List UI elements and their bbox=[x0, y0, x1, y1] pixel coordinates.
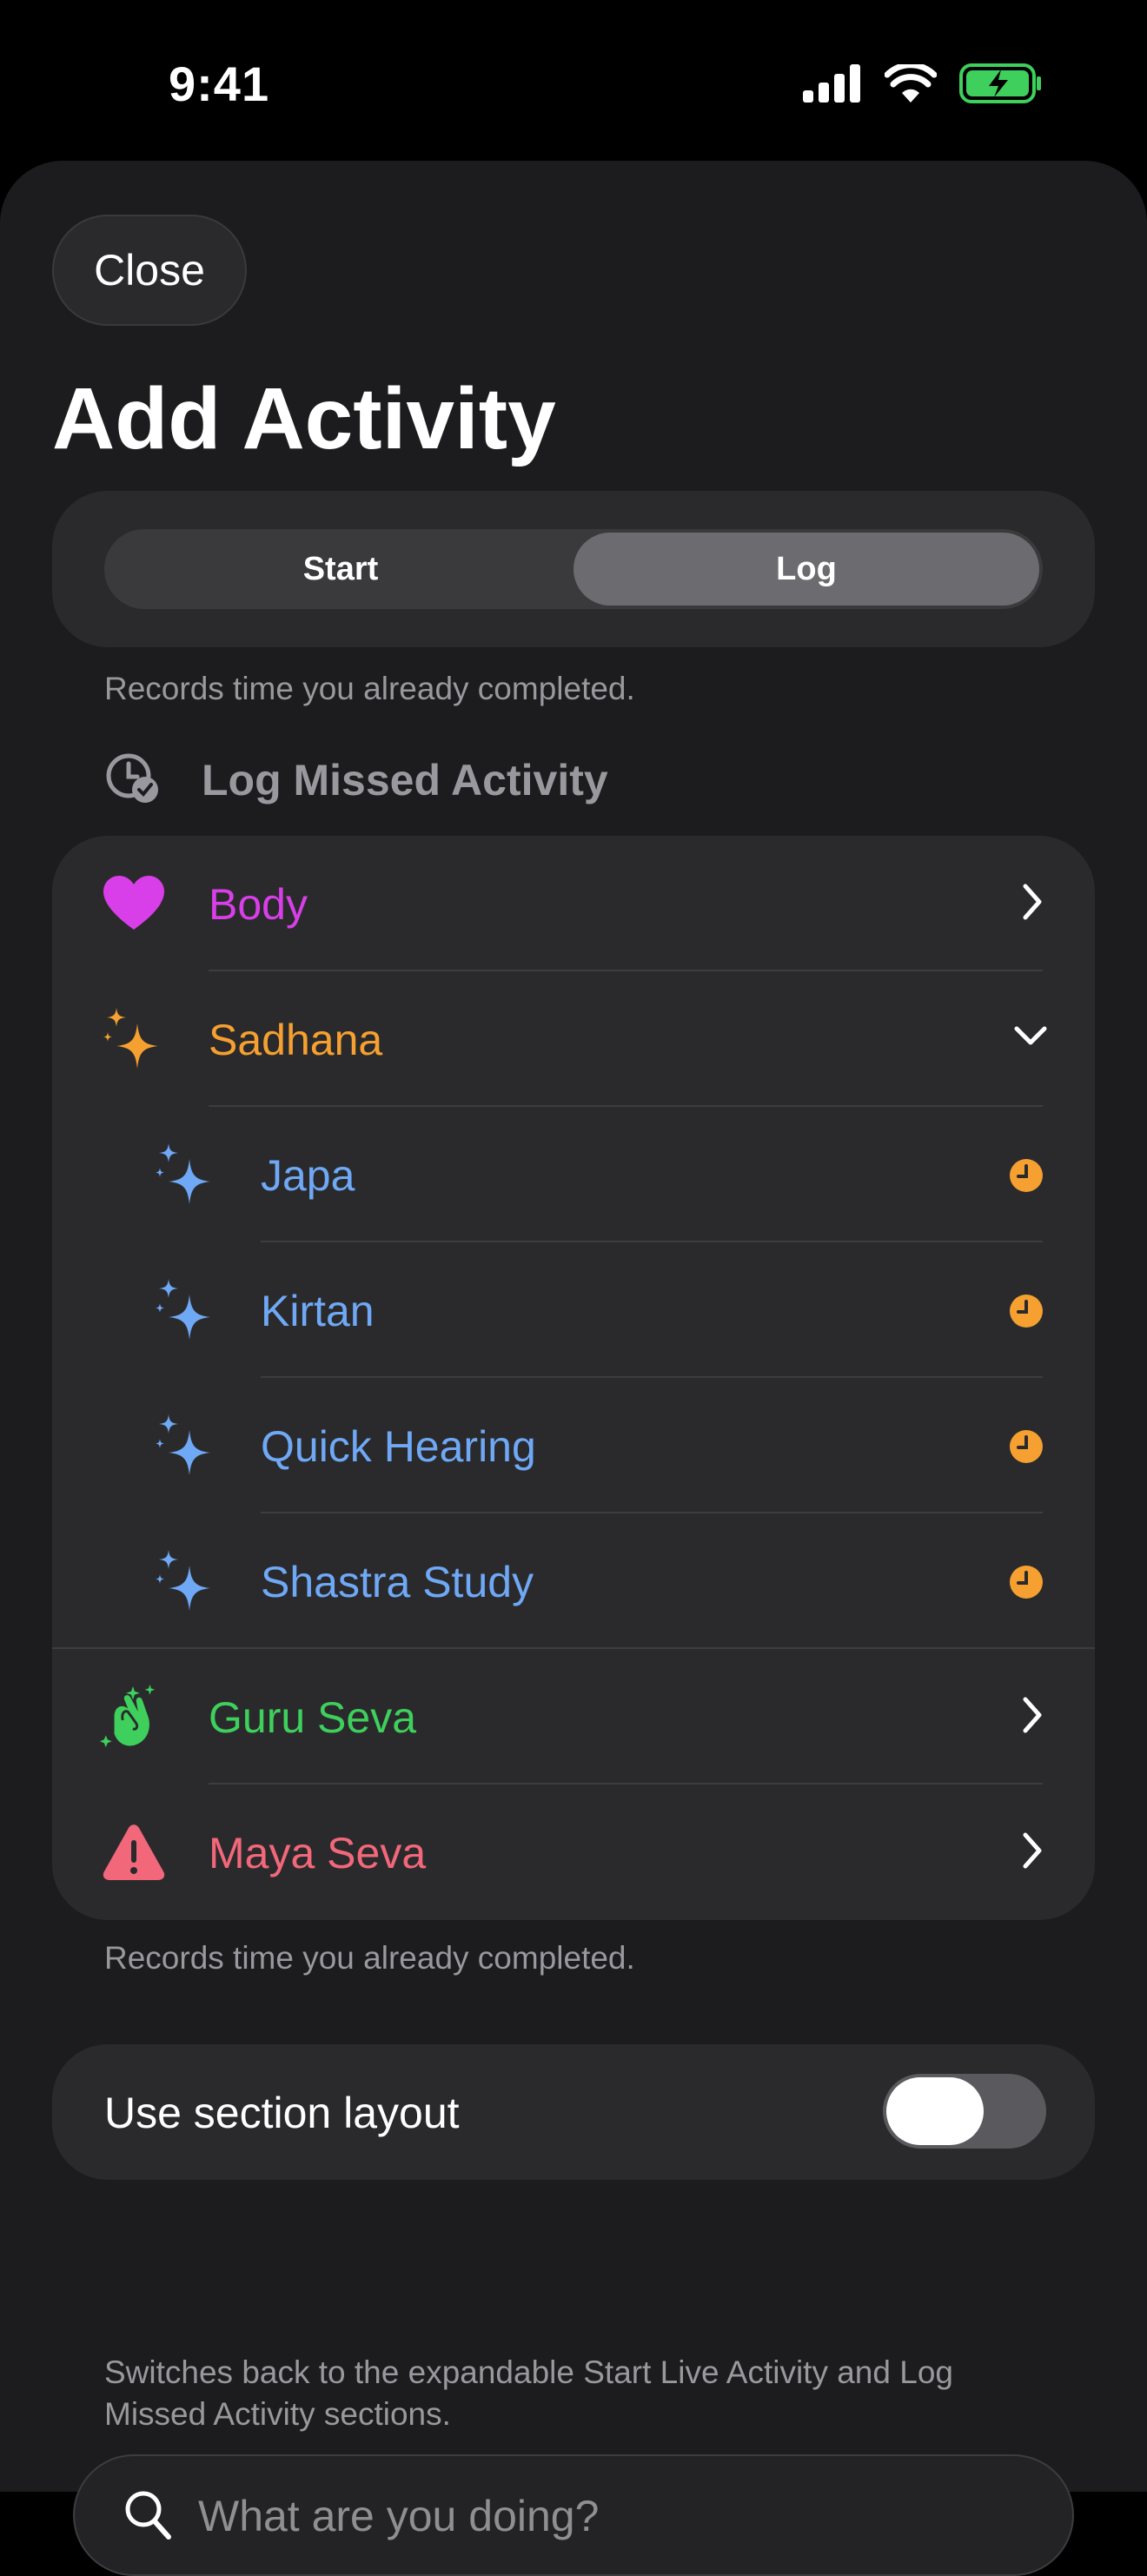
toggle-knob bbox=[886, 2077, 984, 2145]
activity-label-sadhana: Sadhana bbox=[209, 1016, 383, 1064]
wifi-icon bbox=[884, 62, 938, 107]
activity-label-kirtan: Kirtan bbox=[261, 1287, 375, 1335]
chevron-right-icon bbox=[1020, 1696, 1044, 1738]
mode-note: Records time you already completed. bbox=[104, 671, 635, 706]
search-input[interactable] bbox=[196, 2482, 1034, 2550]
segment-start[interactable]: Start bbox=[108, 533, 574, 606]
hands-clapping-icon bbox=[99, 1684, 165, 1750]
add-activity-sheet: Close Add Activity Start Log Records tim… bbox=[0, 161, 1147, 2576]
sparkles-icon bbox=[153, 1277, 219, 1343]
clock-icon bbox=[1010, 1295, 1043, 1332]
activity-row-quick-hearing[interactable]: Quick Hearing bbox=[52, 1378, 1095, 1513]
activity-label-maya-seva: Maya Seva bbox=[209, 1829, 427, 1877]
mode-segment-card: Start Log bbox=[52, 491, 1095, 647]
section-layout-label: Use section layout bbox=[104, 2089, 460, 2137]
chevron-right-icon bbox=[1020, 883, 1044, 925]
layout-note: Switches back to the expandable Start Li… bbox=[104, 2354, 953, 2432]
clock-check-icon bbox=[104, 752, 160, 808]
section-layout-toggle[interactable] bbox=[883, 2074, 1046, 2149]
search-icon bbox=[123, 2489, 172, 2546]
activity-row-shastra-study[interactable]: Shastra Study bbox=[52, 1513, 1095, 1649]
activity-row-maya-seva[interactable]: Maya Seva bbox=[52, 1785, 1095, 1920]
list-note: Records time you already completed. bbox=[104, 1940, 635, 1976]
activity-label-shastra-study: Shastra Study bbox=[261, 1558, 534, 1606]
activity-row-body[interactable]: Body bbox=[52, 836, 1095, 971]
sparkles-icon bbox=[153, 1548, 219, 1614]
status-bar: 9:41 bbox=[0, 0, 1147, 161]
activity-row-guru-seva[interactable]: Guru Seva bbox=[52, 1649, 1095, 1785]
warning-triangle-icon bbox=[101, 1819, 167, 1885]
segment-log[interactable]: Log bbox=[574, 533, 1039, 606]
activity-label-guru-seva: Guru Seva bbox=[209, 1693, 417, 1742]
cellular-signal-icon bbox=[803, 64, 862, 107]
clock-icon bbox=[1010, 1159, 1043, 1196]
activity-list: Body Sadhana Japa Kirtan Quick Hearing S… bbox=[52, 836, 1095, 1920]
activity-row-japa[interactable]: Japa bbox=[52, 1107, 1095, 1242]
activity-label-japa: Japa bbox=[261, 1151, 355, 1200]
status-icons bbox=[803, 62, 1043, 109]
sparkles-icon bbox=[101, 1006, 167, 1072]
section-title: Log Missed Activity bbox=[202, 755, 608, 805]
activity-label-body: Body bbox=[209, 880, 308, 929]
close-button[interactable]: Close bbox=[52, 215, 247, 326]
activity-row-sadhana[interactable]: Sadhana bbox=[52, 971, 1095, 1107]
activity-label-quick-hearing: Quick Hearing bbox=[261, 1422, 536, 1471]
section-layout-card: Use section layout bbox=[52, 2044, 1095, 2180]
clock-icon bbox=[1010, 1430, 1043, 1467]
chevron-right-icon bbox=[1020, 1831, 1044, 1874]
activity-row-kirtan[interactable]: Kirtan bbox=[52, 1242, 1095, 1378]
section-header: Log Missed Activity bbox=[104, 752, 608, 808]
battery-charging-icon bbox=[959, 63, 1043, 109]
heart-icon bbox=[101, 871, 167, 937]
sparkles-icon bbox=[153, 1413, 219, 1479]
page-title: Add Activity bbox=[52, 370, 556, 467]
search-bar[interactable] bbox=[73, 2454, 1074, 2576]
mode-segmented-control: Start Log bbox=[104, 529, 1043, 609]
clock-icon bbox=[1010, 1566, 1043, 1603]
status-time: 9:41 bbox=[169, 56, 270, 111]
sparkles-icon bbox=[153, 1142, 219, 1208]
chevron-down-icon bbox=[1013, 1023, 1048, 1052]
